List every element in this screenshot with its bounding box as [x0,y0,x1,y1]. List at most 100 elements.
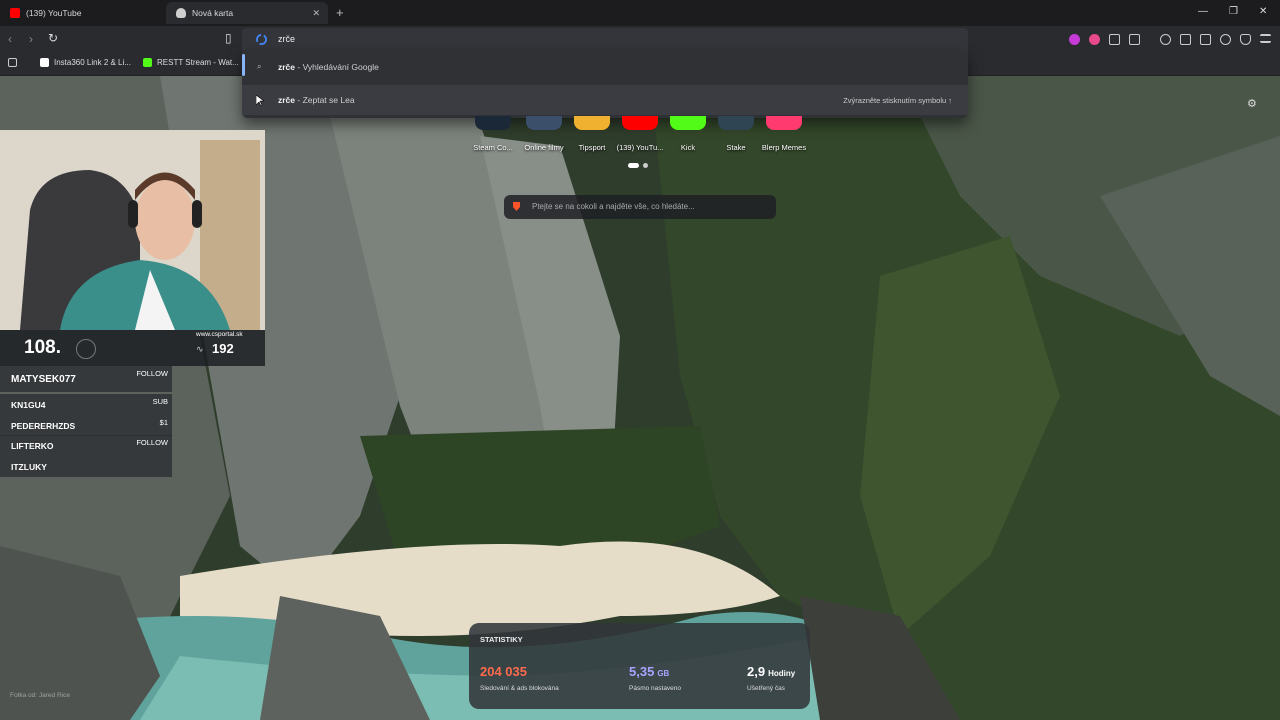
menu-icon[interactable] [1260,34,1271,43]
speed-dial-stake[interactable]: Stake [711,116,761,152]
stat-unit: GB [657,669,670,678]
suggestions-dropdown: ⌕ zrče - Vyhledávání Google zrče - Zepta… [242,52,968,118]
streamer-image [0,130,265,330]
speed-dial-blerp[interactable]: Blerp Memes [759,116,809,152]
speed-dial-kick[interactable]: Kick [663,116,713,152]
stat-trackers: 204 035 Sledování & ads blokována [480,663,559,692]
rank-value: 108. [24,337,61,358]
event-type: $1 [159,418,168,427]
rank-badge-icon [76,339,96,359]
event-user: LIFTERKO [11,441,54,451]
stat-desc: Pásmo nastaveno [629,685,682,692]
page-dot[interactable] [643,163,648,168]
event-feed-item: ITZLUKY [0,456,172,477]
address-input[interactable]: zrče [278,34,295,44]
tab-new-tab[interactable]: Nová karta ✕ [166,2,328,24]
event-feed-item: PEDERERHZDS $1 [0,415,172,436]
film-icon [526,116,562,130]
music-icon[interactable] [1160,34,1171,45]
youtube-icon [622,116,658,130]
webcam-feed [0,130,265,330]
stats-card: STATISTIKY 204 035 Sledování & ads bloko… [469,623,810,709]
tipsport-icon [574,116,610,130]
forward-icon[interactable]: › [29,32,33,46]
bookmark-icon[interactable]: ▯ [225,31,232,45]
event-type: FOLLOW [136,438,168,447]
suggestion-google[interactable]: ⌕ zrče - Vyhledávání Google [242,52,968,82]
stat-bandwidth: 5,35 GB Pásmo nastaveno [629,663,681,692]
new-tab-button[interactable]: + [336,5,344,20]
bookmark-item[interactable]: Insta360 Link 2 & Li... [40,58,131,67]
leo-search-box[interactable]: Ptejte se na cokoli a najděte vše, co hl… [504,195,776,219]
suggestion-query: zrče [278,62,296,72]
extension-icon[interactable] [1069,34,1080,45]
puzzle-icon[interactable] [1109,34,1120,45]
speed-dial-tipsport[interactable]: Tipsport [567,116,617,152]
google-icon [256,34,267,45]
bookmark-label: RESTT Stream - Wat... [157,58,239,67]
event-feed-item: MATYSEK077 FOLLOW [0,366,172,392]
page-dot[interactable] [628,163,639,168]
event-user: ITZLUKY [11,462,47,472]
gear-icon[interactable]: ⚙ [1247,97,1257,110]
stat-desc: Ušetřený čas [747,685,785,692]
stat-unit: Hodiny [768,669,796,678]
suggestion-hint: Zvýrazněte stisknutím symbolu ↑ [843,95,952,105]
tile-label: Steam Co... [473,143,513,152]
stats-title: STATISTIKY [480,635,523,644]
kick-icon [670,116,706,130]
event-user: KN1GU4 [11,400,46,410]
search-icon: ⌕ [257,62,262,71]
back-icon[interactable]: ‹ [8,32,12,46]
photo-credit[interactable]: Fotka od: Jared Rice [10,692,70,699]
brave-shield-icon [176,8,186,18]
tile-label: Stake [726,143,746,152]
tile-label: Kick [680,143,696,152]
speed-dial-youtube[interactable]: (139) YouTu... [615,116,665,152]
stake-icon [718,116,754,130]
suggestion-suffix: - Zeptat se Lea [295,95,355,105]
tab-label: Nová karta [192,8,234,18]
screen: (139) YouTube Nová karta ✕ + — ❐ ✕ ‹ › ↻… [0,0,1280,720]
address-bar[interactable]: zrče [242,28,968,52]
tile-label: Blerp Memes [761,143,807,152]
blerp-icon [766,116,802,130]
leo-icon[interactable] [1220,34,1231,45]
wallet-icon[interactable] [1200,34,1211,45]
stat-value: 2,9 [747,664,766,679]
tile-label: Online filmy [524,143,564,152]
apps-icon[interactable] [8,58,22,67]
sidebar-icon[interactable] [1180,34,1191,45]
reload-icon[interactable]: ↻ [48,31,58,45]
event-user: MATYSEK077 [11,374,76,385]
restore-button[interactable]: ❐ [1229,6,1238,17]
event-type: FOLLOW [136,369,168,378]
speed-dial-steam[interactable]: Steam Co... [468,116,518,152]
title-bar: (139) YouTube Nová karta ✕ + — ❐ ✕ [0,0,1280,26]
suggestion-leo[interactable]: zrče - Zeptat se Lea Zvýrazněte stisknut… [242,85,968,115]
tile-label: (139) YouTu... [616,143,664,152]
site-label: www.csportal.sk [196,331,243,338]
shield-icon[interactable] [1240,34,1251,45]
extension-icon[interactable] [1089,34,1100,45]
stat-value: 5,35 [629,664,655,679]
stat-value: 204 035 [480,664,527,679]
bookmark-label: Insta360 Link 2 & Li... [54,58,131,67]
tab-label: (139) YouTube [26,8,82,18]
leo-search-placeholder: Ptejte se na cokoli a najděte vše, co hl… [532,202,695,211]
trend-icon: ∿ [196,344,204,354]
wallet-icon[interactable] [1129,34,1140,45]
tab-youtube[interactable]: (139) YouTube [0,2,166,24]
bookmark-item[interactable]: RESTT Stream - Wat... [143,58,239,67]
tile-label: Tipsport [578,143,606,152]
event-user: PEDERERHZDS [11,421,76,431]
suggestion-suffix: - Vyhledávání Google [295,62,379,72]
insta360-icon [40,58,49,67]
youtube-icon [10,8,20,18]
speed-dial-online-filmy[interactable]: Online filmy [519,116,569,152]
close-tab-icon[interactable]: ✕ [312,8,320,19]
brave-lion-icon [513,202,520,211]
close-window-button[interactable]: ✕ [1259,6,1267,17]
minimize-button[interactable]: — [1198,6,1208,17]
page-indicator[interactable] [628,163,648,168]
